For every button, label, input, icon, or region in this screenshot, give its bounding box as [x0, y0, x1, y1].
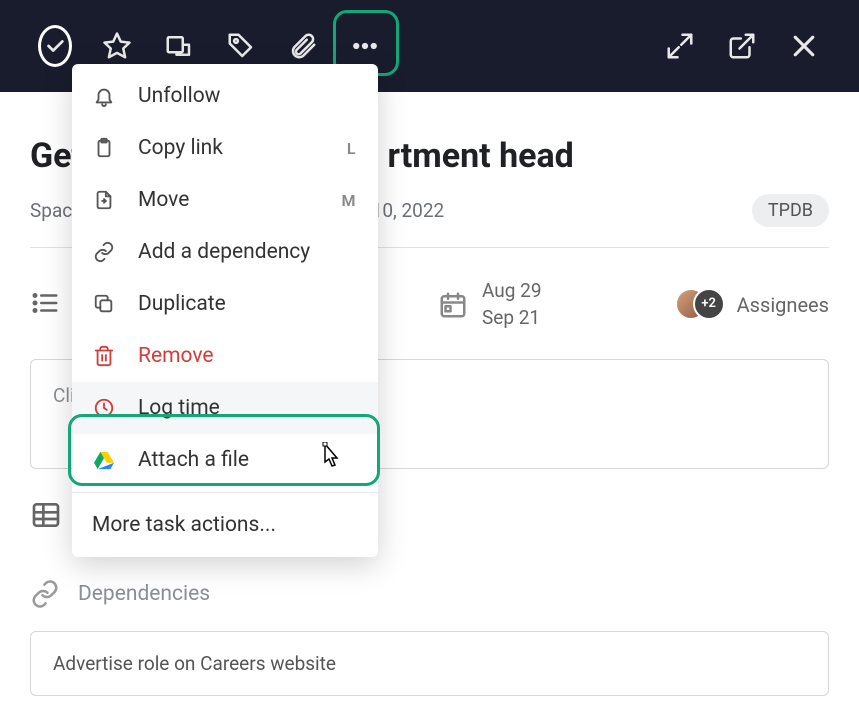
expand-icon	[665, 31, 695, 61]
star-button[interactable]	[100, 29, 134, 63]
link-icon	[30, 579, 60, 609]
move-file-icon	[92, 188, 116, 212]
subtask-list-button[interactable]	[30, 288, 60, 322]
tag-icon	[226, 31, 256, 61]
complete-task-button[interactable]	[38, 29, 72, 63]
assignee-extra-count: +2	[693, 288, 725, 320]
menu-label: Duplicate	[138, 292, 226, 316]
close-icon	[789, 31, 819, 61]
menu-label: Log time	[138, 396, 220, 420]
menu-shortcut: M	[342, 191, 357, 210]
table-icon	[30, 499, 62, 531]
tag-button[interactable]	[224, 29, 258, 63]
clock-icon	[92, 396, 116, 420]
tag-badge[interactable]: TPDB	[752, 194, 829, 227]
dependency-item-text: Advertise role on Careers website	[53, 652, 336, 675]
menu-shortcut: L	[347, 139, 356, 158]
avatar-stack: +2	[675, 288, 725, 322]
menu-label: Move	[138, 188, 189, 212]
hierarchy-icon	[164, 31, 194, 61]
menu-label: Add a dependency	[138, 240, 310, 264]
menu-label: Copy link	[138, 136, 223, 160]
external-link-icon	[727, 31, 757, 61]
trash-icon	[92, 344, 116, 368]
end-date: Sep 21	[482, 305, 542, 332]
google-drive-icon	[92, 448, 116, 472]
assignees-button[interactable]: +2 Assignees	[675, 288, 829, 322]
menu-item-move[interactable]: Move M	[72, 174, 378, 226]
check-circle-icon	[38, 25, 72, 67]
paperclip-icon	[288, 31, 318, 61]
close-button[interactable]	[787, 29, 821, 63]
assignees-label: Assignees	[737, 293, 829, 317]
calendar-icon	[438, 290, 468, 320]
dependency-item[interactable]: Advertise role on Careers website	[30, 631, 829, 696]
menu-label: Remove	[138, 344, 214, 368]
attachment-button[interactable]	[286, 29, 320, 63]
menu-item-copy-link[interactable]: Copy link L	[72, 122, 378, 174]
menu-item-attach-file[interactable]: Attach a file	[72, 434, 378, 486]
star-icon	[102, 31, 132, 61]
clipboard-icon	[92, 136, 116, 160]
ellipsis-icon	[350, 31, 380, 61]
start-date: Aug 29	[482, 278, 542, 305]
chain-link-icon	[92, 240, 116, 264]
hierarchy-button[interactable]	[162, 29, 196, 63]
open-external-button[interactable]	[725, 29, 759, 63]
dependencies-section-header[interactable]: Dependencies	[30, 579, 829, 609]
expand-button[interactable]	[663, 29, 697, 63]
date-range-button[interactable]: Aug 29 Sep 21	[438, 278, 542, 331]
menu-item-remove[interactable]: Remove	[72, 330, 378, 382]
menu-item-unfollow[interactable]: Unfollow	[72, 70, 378, 122]
more-actions-menu: Unfollow Copy link L Move M Add a depend…	[72, 64, 378, 557]
menu-item-add-dependency[interactable]: Add a dependency	[72, 226, 378, 278]
toolbar-right-group	[663, 29, 821, 63]
menu-label: Attach a file	[138, 448, 249, 472]
menu-separator	[72, 492, 378, 493]
more-actions-button[interactable]	[348, 29, 382, 63]
dependencies-label: Dependencies	[78, 582, 210, 606]
menu-item-log-time[interactable]: Log time	[72, 382, 378, 434]
menu-label: Unfollow	[138, 84, 220, 108]
toolbar-left-group	[38, 29, 382, 63]
task-title-text-2: rtment head	[387, 136, 573, 176]
menu-label: More task actions...	[92, 513, 276, 537]
menu-item-more-actions[interactable]: More task actions...	[72, 499, 378, 551]
duplicate-icon	[92, 292, 116, 316]
bell-icon	[92, 84, 116, 108]
list-icon	[30, 288, 60, 318]
menu-item-duplicate[interactable]: Duplicate	[72, 278, 378, 330]
